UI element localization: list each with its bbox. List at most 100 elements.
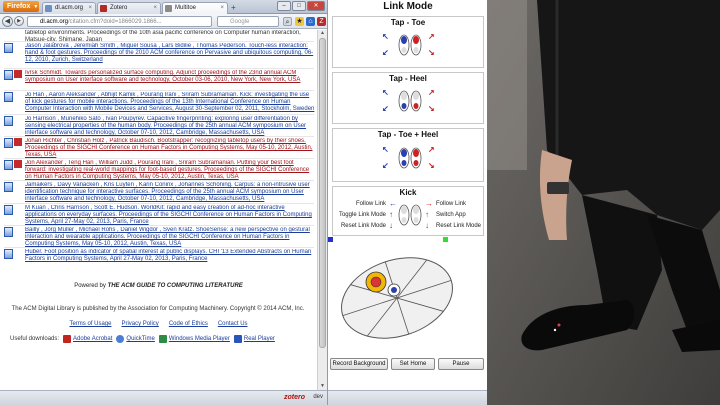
firefox-menu-button[interactable]: Firefox ▼ (3, 1, 39, 12)
downloads-label: Useful downloads: (10, 336, 60, 342)
arrow-down-icon: ↓ (425, 221, 429, 230)
citation-icon[interactable] (4, 249, 13, 259)
forward-button[interactable]: ▶ (14, 16, 24, 26)
arrow-down-right-icon: ↘ (428, 48, 435, 57)
citation-icon[interactable] (4, 205, 13, 215)
zotero-status[interactable]: zotero (284, 394, 305, 401)
close-icon[interactable]: × (153, 3, 157, 14)
download-label: QuickTime (126, 336, 155, 342)
bookmark-star-icon[interactable]: ★ (295, 17, 304, 26)
feet-heel-icon (398, 90, 422, 112)
useful-downloads: Useful downloads: Adobe Acrobat QuickTim… (10, 335, 315, 343)
arrow-down-left-icon: ↙ (382, 48, 389, 57)
citation-icon[interactable] (4, 43, 13, 53)
reference-authors-link[interactable]: Jo Han , Aaron Aleksander , Abhijit Kami… (25, 92, 238, 98)
citation-icon[interactable] (4, 92, 13, 102)
set-home-button[interactable]: Set Home (391, 358, 435, 370)
windows-media-player-link[interactable]: Windows Media Player (158, 335, 230, 343)
reference-authors-link[interactable]: Bailly , Jörg Müller , Michael Rohs , Da… (25, 227, 194, 233)
reference-text: Johan Richter , Christian Holz , Patrick… (25, 138, 315, 160)
download-label: Real Player (243, 336, 275, 342)
reference-divider (4, 247, 314, 248)
record-background-button[interactable]: Record Background (330, 358, 388, 370)
feet-toe-icon (398, 34, 422, 56)
firefox-menu-label: Firefox (7, 3, 31, 10)
page-scrollbar[interactable]: ▲ ▼ (317, 30, 327, 390)
scroll-thumb[interactable] (319, 38, 326, 348)
acm-publisher-notice: The ACM Digital Library is published by … (11, 306, 305, 312)
quicktime-icon (116, 335, 125, 343)
close-icon[interactable]: × (220, 3, 224, 14)
tracking-marker-green (443, 237, 448, 242)
maximize-button[interactable]: □ (292, 1, 306, 11)
citation-icon[interactable] (4, 227, 13, 237)
download-label: Adobe Acrobat (73, 336, 113, 342)
reference-title-link[interactable]: Towards personalized surface computing. … (25, 70, 300, 83)
terms-of-usage-link[interactable]: Terms of Usage (69, 321, 111, 327)
gesture-title: Tap - Toe (390, 18, 426, 27)
arrow-up-right-icon: ↗ (428, 145, 435, 154)
scroll-down-icon[interactable]: ▼ (319, 383, 326, 390)
gesture-title: Tap - Heel (389, 74, 427, 83)
arrow-up-right-icon: ↗ (428, 32, 435, 41)
reference-text: Jo Harrison , Munehiko Sato , Ivan Poupy… (25, 116, 315, 138)
search-icon[interactable]: ⌕ (283, 17, 292, 26)
tab-zotero[interactable]: Zotero × (97, 2, 161, 14)
reference-text: M Kuan , Chris Harrison , Scott E. Hudso… (25, 205, 315, 227)
home-icon[interactable]: ⌂ (306, 17, 315, 26)
reference-authors-link[interactable]: Huber. (25, 249, 43, 255)
reference-title-link[interactable]: Foot position as indicator of spatial in… (25, 249, 311, 262)
reference-authors-link[interactable]: Jon Alexander , Teng Han , William Judd … (25, 160, 235, 166)
close-icon[interactable]: × (88, 3, 92, 14)
reference-authors-link[interactable]: M Kuan , Chris Harrison , Scott E. Hudso… (25, 205, 139, 211)
real-player-icon (233, 335, 242, 343)
privacy-policy-link[interactable]: Privacy Policy (121, 321, 158, 327)
tab-acm[interactable]: dl.acm.org × (42, 2, 96, 14)
zotero-favicon-icon (100, 5, 107, 12)
url-bar[interactable]: dl.acm.org/citation.cfm?doid=1866029.186… (27, 16, 212, 27)
panel-status-bar (328, 390, 488, 405)
citation-icon[interactable] (4, 182, 13, 192)
arrow-right-icon: → (425, 199, 433, 208)
reference-divider (4, 158, 314, 159)
real-player-link[interactable]: Real Player (233, 335, 275, 343)
reference-authors-link[interactable]: Jason Jalabrova , Jeremiah Smith , Migue… (25, 43, 247, 49)
reference-authors-link[interactable]: Ivrsk Schmidt. (25, 70, 63, 76)
chevron-down-icon: ▼ (33, 4, 39, 10)
tab-multitoe[interactable]: Multitoe × (162, 2, 228, 14)
foot-tracking-visualization (332, 243, 484, 355)
new-tab-button[interactable]: + (231, 3, 236, 12)
reference-divider (4, 68, 314, 69)
footer-links: Terms of Usage Privacy Policy Code of Et… (0, 321, 317, 327)
search-input[interactable]: Google (217, 16, 279, 27)
citation-icon[interactable] (4, 70, 13, 80)
reference-authors-link[interactable]: Jo Harrison , Munehiko Sato , Ivan Poupy… (25, 116, 145, 122)
feet-toe-heel-icon (398, 147, 422, 169)
citation-icon[interactable] (4, 138, 13, 148)
quicktime-link[interactable]: QuickTime (116, 335, 155, 343)
citation-icon[interactable] (4, 116, 13, 126)
camera-feed (487, 0, 720, 405)
citation-icon[interactable] (4, 160, 13, 170)
zotero-save-icon[interactable] (14, 138, 22, 146)
wristwatch (547, 182, 569, 194)
zotero-save-icon[interactable] (14, 160, 22, 168)
scroll-up-icon[interactable]: ▲ (319, 30, 326, 37)
navigation-bar: ◀ ▶ dl.acm.org/citation.cfm?doid=1866029… (0, 14, 327, 29)
close-window-button[interactable]: ✕ (307, 1, 325, 11)
arrow-left-icon: ← (389, 199, 397, 208)
adobe-acrobat-link[interactable]: Adobe Acrobat (63, 335, 112, 343)
link-mode-panel: Link Mode Tap - Toe ↖ ↙ ↗ ↘ Tap - Heel ↖… (327, 0, 488, 405)
reference-authors-link[interactable]: Johan Richter , Christian Holz , Patrick… (25, 138, 156, 144)
gesture-kick: Kick Follow Link Toggle Link Mode Reset … (332, 186, 484, 236)
zotero-save-icon[interactable] (14, 70, 22, 78)
back-button[interactable]: ◀ (2, 16, 13, 27)
contact-us-link[interactable]: Contact Us (218, 321, 248, 327)
reference-authors-link[interactable]: Jamaikers , Davy Vanacken , Kris Luyten … (25, 182, 233, 188)
minimize-button[interactable]: – (277, 1, 291, 11)
url-path: /citation.cfm?doid=1866029.1866... (68, 19, 162, 25)
code-of-ethics-link[interactable]: Code of Ethics (169, 321, 208, 327)
zotero-icon[interactable]: Z (317, 17, 326, 26)
pause-button[interactable]: Pause (438, 358, 484, 370)
kick-left-action-2: Toggle Link Mode (338, 212, 386, 218)
